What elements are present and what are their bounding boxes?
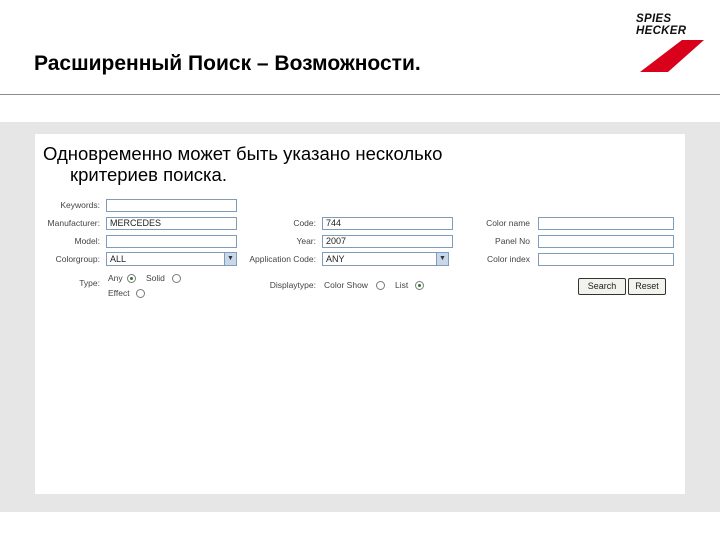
screenshot-panel — [35, 134, 685, 494]
model-label: Model: — [74, 236, 100, 246]
application-code-select[interactable]: ANY ▼ — [322, 252, 449, 266]
logo-line-1: SPIES — [636, 13, 672, 25]
code-label: Code: — [293, 218, 316, 228]
displaytype-option-colorshow: Color Show — [324, 280, 368, 290]
displaytype-list-radio[interactable] — [415, 281, 424, 290]
manufacturer-label: Manufacturer: — [47, 218, 100, 228]
chevron-down-icon[interactable]: ▼ — [436, 253, 448, 265]
slide-title: Расширенный Поиск – Возможности. — [34, 52, 421, 75]
type-solid-radio[interactable] — [172, 274, 181, 283]
panel-no-input[interactable] — [538, 235, 674, 248]
type-option-any: Any — [108, 273, 123, 283]
intro-line-1: Одновременно может быть указано нескольк… — [43, 143, 443, 164]
keywords-input[interactable] — [106, 199, 237, 212]
model-input[interactable] — [106, 235, 237, 248]
color-index-input[interactable] — [538, 253, 674, 266]
reset-button[interactable]: Reset — [628, 278, 666, 295]
color-index-label: Color index — [487, 254, 530, 264]
year-label: Year: — [296, 236, 316, 246]
panel-no-label: Panel No — [495, 236, 530, 246]
displaytype-colorshow-radio[interactable] — [376, 281, 385, 290]
keywords-label: Keywords: — [60, 200, 100, 210]
spies-hecker-logo: SPIES HECKER — [628, 10, 708, 74]
colorgroup-label: Colorgroup: — [55, 254, 100, 264]
colorgroup-value: ALL — [110, 254, 127, 264]
type-effect-radio[interactable] — [136, 289, 145, 298]
year-input[interactable]: 2007 — [322, 235, 453, 248]
type-label: Type: — [79, 278, 100, 288]
application-code-value: ANY — [326, 254, 345, 264]
color-name-label: Color name — [486, 218, 530, 228]
application-code-label: Application Code: — [249, 254, 316, 264]
colorgroup-select[interactable]: ALL ▼ — [106, 252, 237, 266]
type-any-radio[interactable] — [127, 274, 136, 283]
intro-text: Одновременно может быть указано нескольк… — [43, 143, 643, 185]
title-divider — [0, 94, 720, 95]
type-option-effect: Effect — [108, 288, 130, 298]
logo-line-2: HECKER — [636, 25, 687, 37]
intro-line-2: критериев поиска. — [70, 164, 227, 185]
displaytype-label: Displaytype: — [269, 280, 316, 290]
code-input[interactable]: 744 — [322, 217, 453, 230]
type-option-solid: Solid — [146, 273, 165, 283]
manufacturer-input[interactable]: MERCEDES — [106, 217, 237, 230]
color-name-input[interactable] — [538, 217, 674, 230]
logo-slash-icon — [640, 40, 704, 72]
search-button[interactable]: Search — [578, 278, 626, 295]
chevron-down-icon[interactable]: ▼ — [224, 253, 236, 265]
displaytype-option-list: List — [395, 280, 409, 290]
header-band — [0, 96, 720, 122]
